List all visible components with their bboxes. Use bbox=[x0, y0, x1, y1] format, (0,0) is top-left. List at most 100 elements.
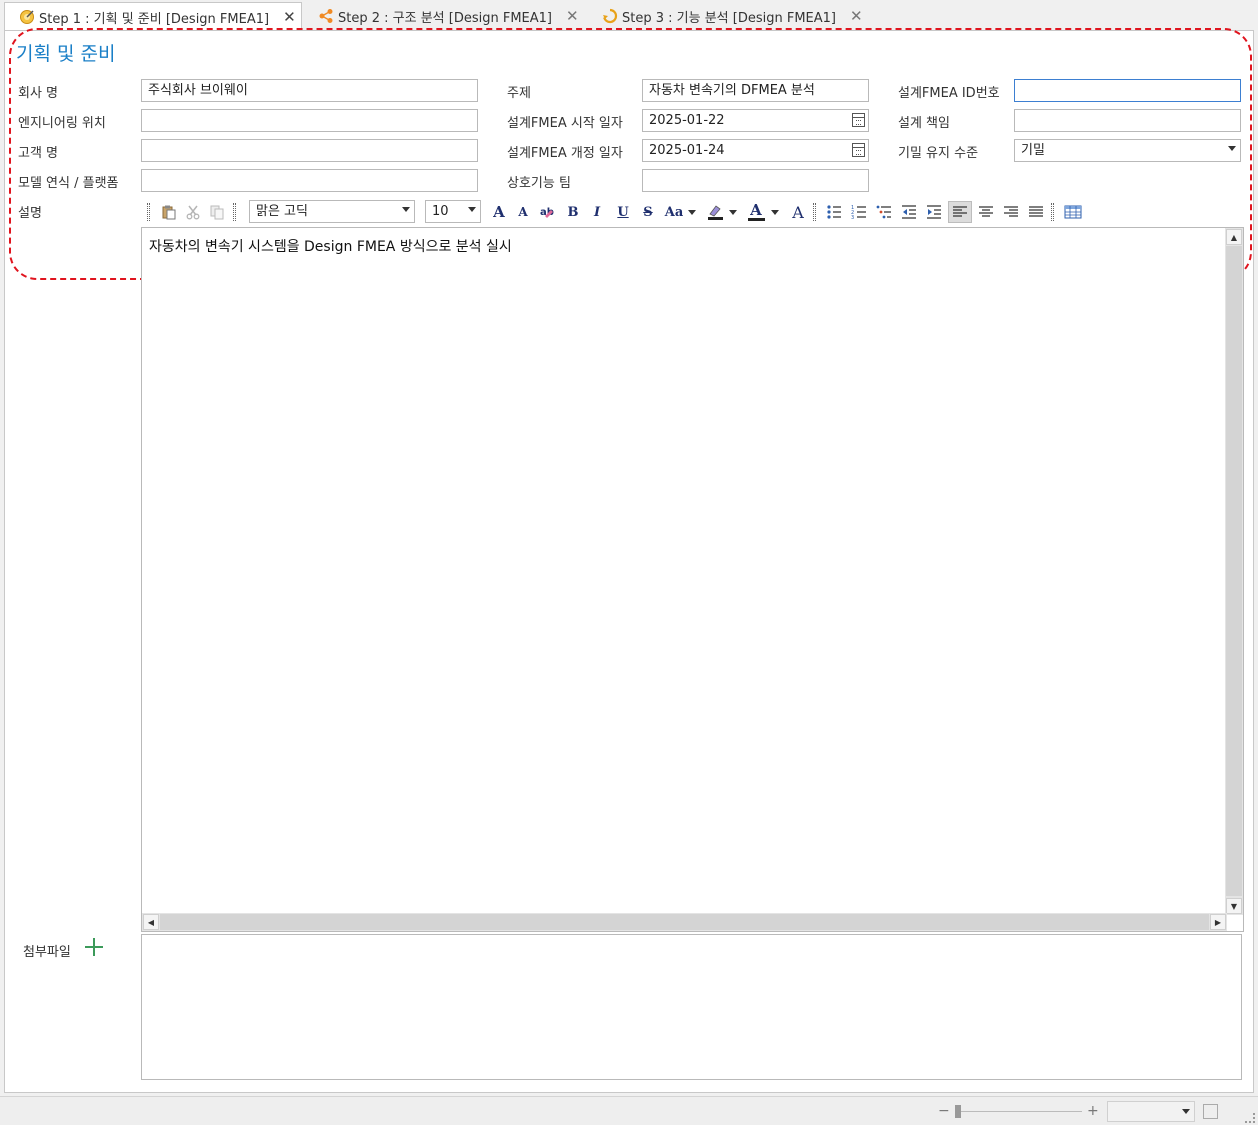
tab-step3[interactable]: Step 3 : 기능 분석 [Design FMEA1] ✕ bbox=[588, 2, 870, 30]
zoom-track[interactable] bbox=[960, 1111, 1082, 1112]
scroll-up-icon[interactable]: ▲ bbox=[1226, 229, 1242, 245]
company-input[interactable]: 주식회사 브이웨이 bbox=[141, 79, 478, 102]
align-right-button[interactable] bbox=[1000, 201, 1022, 223]
close-icon[interactable]: ✕ bbox=[283, 8, 296, 26]
planning-icon bbox=[19, 9, 35, 25]
description-label: 설명 bbox=[18, 206, 42, 221]
numbered-list-icon[interactable]: 123 bbox=[848, 201, 870, 223]
engineering-location-label: 엔지니어링 위치 bbox=[18, 116, 106, 131]
scroll-down-icon[interactable]: ▼ bbox=[1226, 898, 1242, 914]
align-left-button[interactable] bbox=[948, 201, 972, 223]
toolbar-separator bbox=[1051, 203, 1054, 221]
customer-input[interactable] bbox=[141, 139, 478, 162]
justify-button[interactable] bbox=[1025, 201, 1047, 223]
toolbar-separator bbox=[233, 203, 236, 221]
start-date-value: 2025-01-22 bbox=[649, 113, 725, 128]
bullet-list-icon[interactable] bbox=[823, 201, 845, 223]
increase-indent-icon[interactable] bbox=[923, 201, 945, 223]
vertical-scrollbar[interactable]: ▲ ▼ bbox=[1225, 228, 1243, 915]
start-date-label: 설계FMEA 시작 일자 bbox=[507, 116, 623, 131]
zoom-out-button[interactable]: − bbox=[938, 1103, 950, 1119]
subject-label: 주제 bbox=[507, 86, 531, 101]
planning-panel: 기획 및 준비 회사 명 주식회사 브이웨이 엔지니어링 위치 고객 명 모델 … bbox=[4, 28, 1254, 1093]
tab-step1[interactable]: Step 1 : 기획 및 준비 [Design FMEA1] ✕ bbox=[4, 2, 302, 31]
status-bar: − + bbox=[0, 1096, 1258, 1125]
zoom-level-select[interactable] bbox=[1107, 1101, 1195, 1122]
font-name-select[interactable]: 맑은 고딕 bbox=[249, 200, 415, 223]
font-size-select[interactable]: 10 bbox=[425, 200, 481, 223]
calendar-icon[interactable] bbox=[852, 113, 865, 127]
tab-label: Step 3 : 기능 분석 [Design FMEA1] bbox=[622, 10, 836, 26]
insert-table-icon[interactable] bbox=[1062, 201, 1084, 223]
paste-icon[interactable] bbox=[158, 201, 180, 223]
bold-button[interactable]: B bbox=[562, 201, 584, 223]
close-icon[interactable]: ✕ bbox=[566, 7, 579, 25]
model-year-input[interactable] bbox=[141, 169, 478, 192]
underline-button[interactable]: U bbox=[612, 201, 634, 223]
description-text[interactable]: 자동차의 변속기 시스템을 Design FMEA 방식으로 분석 실시 bbox=[149, 236, 512, 256]
function-icon bbox=[602, 8, 618, 24]
document-tab-bar: Step 1 : 기획 및 준비 [Design FMEA1] ✕ Step 2… bbox=[0, 0, 1258, 31]
grow-font-icon[interactable]: A bbox=[488, 201, 510, 223]
multilevel-list-icon[interactable] bbox=[873, 201, 895, 223]
responsibility-label: 설계 책임 bbox=[898, 116, 950, 131]
shrink-font-icon[interactable]: A bbox=[512, 201, 534, 223]
clear-format-icon[interactable]: ab bbox=[536, 201, 558, 223]
scroll-right-icon[interactable]: ▶ bbox=[1210, 914, 1226, 930]
tab-step2[interactable]: Step 2 : 구조 분석 [Design FMEA1] ✕ bbox=[304, 2, 586, 30]
scroll-thumb[interactable] bbox=[1226, 246, 1242, 896]
fmea-id-input[interactable] bbox=[1014, 79, 1241, 102]
font-dialog-icon[interactable]: A bbox=[787, 201, 809, 223]
subject-input[interactable]: 자동차 변속기의 DFMEA 분석 bbox=[642, 79, 869, 102]
toolbar-separator bbox=[147, 203, 150, 221]
description-editor[interactable]: 자동차의 변속기 시스템을 Design FMEA 방식으로 분석 실시 ▲ ▼… bbox=[141, 227, 1244, 932]
engineering-location-input[interactable] bbox=[141, 109, 478, 132]
tab-label: Step 1 : 기획 및 준비 [Design FMEA1] bbox=[39, 11, 270, 27]
font-color-icon[interactable]: A bbox=[745, 201, 767, 223]
confidentiality-value: 기밀 bbox=[1021, 143, 1045, 158]
cut-icon[interactable] bbox=[182, 201, 204, 223]
scroll-left-icon[interactable]: ◀ bbox=[143, 914, 159, 930]
structure-icon bbox=[318, 8, 334, 24]
cross-team-input[interactable] bbox=[642, 169, 869, 192]
add-attachment-icon[interactable] bbox=[85, 938, 103, 956]
responsibility-input[interactable] bbox=[1014, 109, 1241, 132]
chevron-down-icon[interactable] bbox=[770, 201, 780, 223]
fit-page-icon[interactable] bbox=[1203, 1104, 1218, 1119]
confidentiality-select[interactable]: 기밀 bbox=[1014, 139, 1241, 162]
font-name-value: 맑은 고딕 bbox=[256, 204, 308, 219]
attachments-label: 첨부파일 bbox=[23, 945, 71, 960]
chevron-down-icon[interactable] bbox=[1228, 146, 1236, 151]
copy-icon[interactable] bbox=[206, 201, 228, 223]
revision-date-label: 설계FMEA 개정 일자 bbox=[507, 146, 623, 161]
highlight-color-icon[interactable] bbox=[704, 201, 726, 223]
fmea-id-label: 설계FMEA ID번호 bbox=[898, 86, 1000, 101]
font-size-value: 10 bbox=[432, 204, 449, 219]
zoom-in-button[interactable]: + bbox=[1087, 1103, 1099, 1119]
align-center-button[interactable] bbox=[975, 201, 997, 223]
scroll-thumb[interactable] bbox=[160, 914, 1209, 930]
chevron-down-icon[interactable] bbox=[402, 207, 410, 212]
confidentiality-label: 기밀 유지 수준 bbox=[898, 146, 979, 161]
revision-date-picker[interactable]: 2025-01-24 bbox=[642, 139, 869, 162]
calendar-icon[interactable] bbox=[852, 143, 865, 157]
horizontal-scrollbar[interactable]: ◀ ▶ bbox=[142, 913, 1227, 931]
close-icon[interactable]: ✕ bbox=[850, 7, 863, 25]
strikethrough-button[interactable]: S bbox=[637, 201, 659, 223]
chevron-down-icon[interactable] bbox=[1182, 1109, 1190, 1114]
resize-grip-icon[interactable] bbox=[1245, 1113, 1255, 1123]
model-year-label: 모델 연식 / 플랫폼 bbox=[18, 176, 119, 191]
change-case-button[interactable]: Aa bbox=[661, 201, 687, 223]
editor-toolbar: 맑은 고딕 10 A A ab B I U S Aa A A 1 2 3 bbox=[142, 199, 1242, 225]
start-date-picker[interactable]: 2025-01-22 bbox=[642, 109, 869, 132]
chevron-down-icon[interactable] bbox=[728, 201, 738, 223]
decrease-indent-icon[interactable] bbox=[898, 201, 920, 223]
attachments-list[interactable] bbox=[141, 934, 1242, 1080]
zoom-slider-thumb[interactable] bbox=[955, 1105, 961, 1118]
chevron-down-icon[interactable] bbox=[468, 207, 476, 212]
italic-button[interactable]: I bbox=[586, 201, 608, 223]
chevron-down-icon[interactable] bbox=[687, 201, 697, 223]
font-color-letter: A bbox=[750, 201, 762, 219]
company-label: 회사 명 bbox=[18, 86, 59, 101]
svg-text:3: 3 bbox=[851, 215, 854, 220]
